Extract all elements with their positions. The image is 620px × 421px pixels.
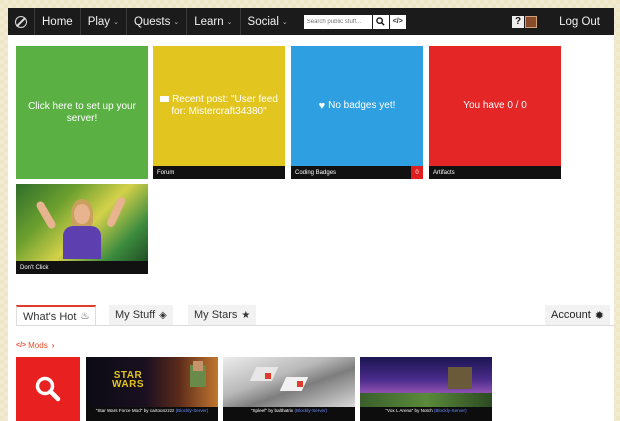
mail-icon — [160, 96, 170, 103]
chevron-down-icon: ⌄ — [226, 18, 233, 26]
forum-recent-post: Recent post: "User feed for: Mistercraft… — [171, 94, 278, 117]
code-icon: </> — [16, 342, 27, 349]
nav-quests-label: Quests — [133, 15, 171, 28]
badges-tile-content: ♥ No badges yet! — [291, 46, 423, 166]
mod-card[interactable]: STAR WARS "Star Wars Force Mod" by carto… — [86, 357, 218, 421]
mod-server: (Blockly-Server) — [294, 408, 328, 413]
logout-button[interactable]: Log Out — [537, 16, 614, 28]
mod-title: "Star Wars Force Mod" by cartoonzzzz — [95, 408, 175, 413]
forum-tile-content: Recent post: "User feed for: Mistercraft… — [153, 46, 285, 166]
account-button[interactable]: Account ✹ — [545, 305, 610, 325]
mod-thumbnail — [360, 357, 492, 407]
logo-button[interactable] — [8, 8, 35, 35]
badges-caption: Coding Badges — [291, 166, 423, 179]
badge-count: 0 — [411, 166, 423, 179]
tabs-divider — [16, 325, 614, 326]
tab-my-stars[interactable]: My Stars ★ — [188, 305, 257, 325]
mod-caption: "Vox L Arena" by Notch (Blockly-Server) — [360, 407, 492, 421]
mod-card[interactable]: "Vox L Arena" by Notch (Blockly-Server) — [360, 357, 492, 421]
mod-title: "Spleef" by balthatrix — [250, 408, 294, 413]
star-wars-logo: STAR WARS — [112, 370, 144, 390]
nav-social[interactable]: Social ⌄ — [241, 8, 295, 35]
nav-quests[interactable]: Quests ⌄ — [127, 8, 188, 35]
avatar[interactable] — [525, 15, 538, 28]
code-icon: </> — [392, 18, 403, 25]
mods-label: Mods — [28, 341, 48, 350]
coding-badges-tile[interactable]: ♥ No badges yet! Coding Badges 0 — [291, 46, 423, 179]
mod-thumbnail: STAR WARS — [86, 357, 218, 407]
mod-card[interactable]: "Spleef" by balthatrix (Blockly-Server) — [223, 357, 355, 421]
artifacts-status: You have 0 / 0 — [463, 100, 527, 111]
mod-search-tile[interactable] — [16, 357, 80, 421]
video-tile[interactable]: Don't Click — [16, 184, 148, 274]
artifacts-caption: Artifacts — [429, 166, 561, 179]
mods-link[interactable]: </> Mods › — [16, 341, 54, 350]
mod-caption: "Star Wars Force Mod" by cartoonzzzz (Bl… — [86, 407, 218, 421]
forum-caption: Forum — [153, 166, 285, 179]
gear-icon: ✹ — [594, 309, 604, 322]
artifacts-tile[interactable]: You have 0 / 0 Artifacts — [429, 46, 561, 179]
badges-status: No badges yet! — [328, 100, 396, 111]
chevron-right-icon: › — [51, 341, 55, 350]
cube-icon: ◈ — [159, 309, 167, 321]
page-frame: Home Play⌄ Quests⌄ Learn⌄ Social⌄ </> ? … — [8, 8, 614, 421]
tab-whats-hot-label: What's Hot — [23, 310, 77, 323]
tab-my-stuff-label: My Stuff — [115, 309, 156, 321]
search-icon — [35, 376, 61, 402]
server-setup-tile[interactable]: Click here to set up your server! — [16, 46, 148, 179]
help-icon[interactable]: ? — [512, 15, 525, 28]
mod-caption: "Spleef" by balthatrix (Blockly-Server) — [223, 407, 355, 421]
star-icon: ★ — [241, 309, 251, 321]
search-input[interactable] — [303, 14, 372, 29]
video-thumbnail — [16, 184, 148, 261]
chevron-down-icon: ⌄ — [173, 18, 180, 26]
nav-home-label: Home — [42, 15, 73, 28]
heart-badge-icon: ♥ — [318, 100, 326, 112]
chevron-down-icon: ⌄ — [281, 18, 288, 26]
tab-my-stuff[interactable]: My Stuff ◈ — [109, 305, 173, 325]
account-label: Account — [551, 309, 591, 321]
nav-play-label: Play — [87, 15, 111, 28]
logo-icon — [15, 15, 27, 28]
top-nav: Home Play⌄ Quests⌄ Learn⌄ Social⌄ </> ? … — [8, 8, 614, 35]
mod-thumbnail — [223, 357, 355, 407]
code-button[interactable]: </> — [389, 14, 406, 29]
forum-tile[interactable]: Recent post: "User feed for: Mistercraft… — [153, 46, 285, 179]
search-icon — [376, 17, 385, 26]
flame-icon: ♨ — [80, 311, 90, 322]
mod-title: "Vox L Arena" by Notch — [385, 408, 433, 413]
nav-learn-label: Learn — [194, 15, 224, 28]
tab-my-stars-label: My Stars — [194, 309, 238, 321]
server-setup-text: Click here to set up your server! — [28, 100, 136, 124]
mod-server: (Blockly-Server) — [175, 408, 209, 413]
nav-play[interactable]: Play ⌄ — [81, 8, 127, 35]
tab-whats-hot[interactable]: What's Hot ♨ — [16, 305, 97, 326]
nav-home[interactable]: Home — [35, 8, 81, 35]
chevron-down-icon: ⌄ — [113, 18, 119, 26]
search-button[interactable] — [372, 14, 389, 29]
mod-server: (Blockly-Server) — [433, 408, 467, 413]
video-caption: Don't Click — [16, 261, 148, 274]
nav-learn[interactable]: Learn ⌄ — [187, 8, 241, 35]
nav-social-label: Social — [247, 15, 279, 28]
